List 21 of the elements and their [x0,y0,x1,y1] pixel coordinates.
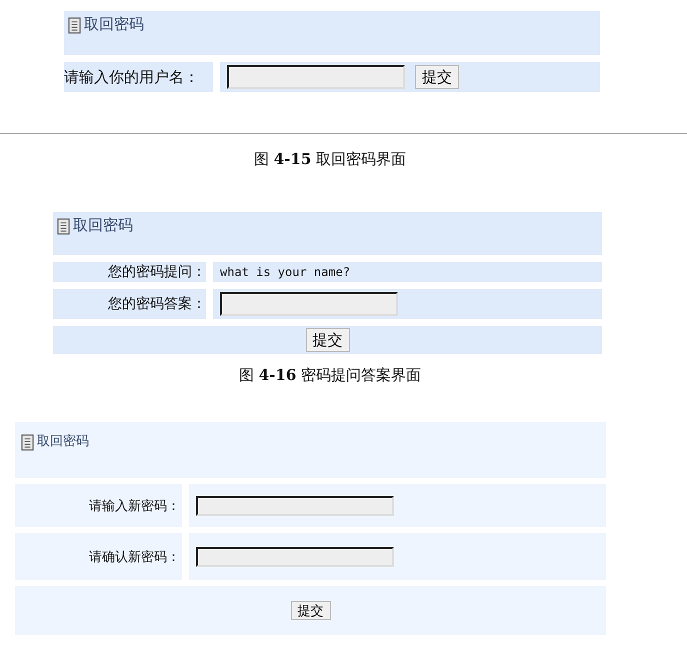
input-field[interactable] [227,65,405,89]
question-text: what is your name? [220,265,350,279]
field-label: 请输入新密码： [89,498,180,514]
field-label: 请确认新密码： [89,548,180,566]
submit-button[interactable]: 提交 [306,328,350,352]
field-label: 请输入你的用户名： [64,68,199,86]
field-label: 您的密码答案： [108,295,206,313]
submit-button[interactable]: 提交 [290,601,330,620]
document-icon [68,17,81,34]
input-field[interactable] [220,292,398,316]
input-field[interactable] [196,546,394,566]
panel-title: 取回密码 [73,216,133,235]
panel-title: 取回密码 [37,433,89,450]
figure-caption: 图 4-16 密码提问答案界面 [238,366,422,385]
submit-button[interactable]: 提交 [415,65,459,89]
document-icon [57,218,70,235]
document-icon [21,434,34,451]
field-label: 您的密码提问： [108,263,206,281]
panel-title: 取回密码 [84,15,144,34]
input-field[interactable] [196,496,394,516]
figure-caption: 图 4-15 取回密码界面 [252,150,408,169]
